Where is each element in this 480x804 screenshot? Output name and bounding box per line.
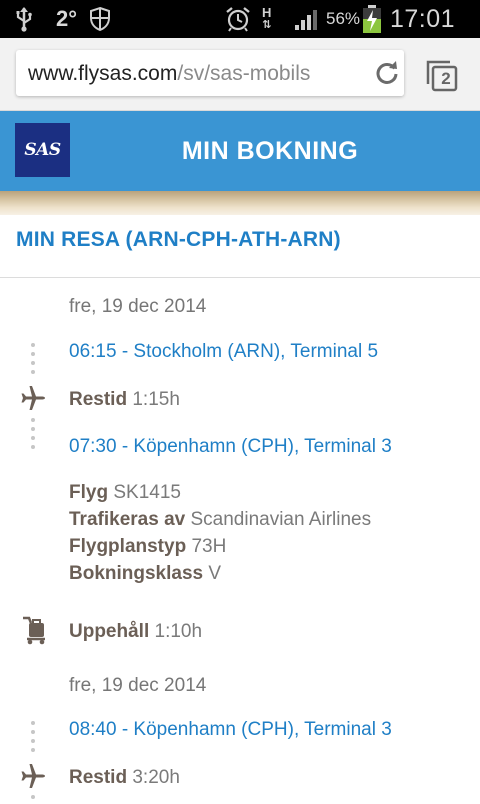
signal-icon [294, 0, 322, 38]
browser-toolbar: www.flysas.com/sv/sas-mobils 2 [0, 38, 480, 111]
battery-charging-icon [362, 0, 382, 38]
segment-date: fre, 19 dec 2014 [69, 296, 207, 317]
departure-link[interactable]: 08:40 - Köpenhamn (CPH), Terminal 3 [69, 719, 392, 741]
alarm-icon [224, 0, 252, 38]
layover: Uppehåll 1:10h [69, 621, 202, 643]
arrival-link[interactable]: 07:30 - Köpenhamn (CPH), Terminal 3 [69, 436, 392, 458]
flight-detail-row: Flygplanstyp 73H [69, 536, 226, 558]
travel-time: Restid 1:15h [69, 389, 180, 411]
airplane-icon [19, 762, 47, 790]
detail-value: Scandinavian Airlines [190, 509, 372, 530]
status-bar: 2° H ⇅ 56% 17:01 [0, 0, 480, 38]
app-header: MIN BOKNING SAS [0, 111, 480, 191]
temperature-text: 2° [56, 6, 78, 31]
detail-value: 73H [191, 536, 227, 557]
travel-time-value: 3:20h [132, 767, 180, 788]
page-title: MIN BOKNING [181, 136, 359, 165]
travel-time: Restid 3:20h [69, 767, 180, 789]
layover-value: 1:10h [154, 621, 203, 642]
flight-detail-row: Trafikeras av Scandinavian Airlines [69, 509, 371, 531]
network-type: H ⇅ [262, 0, 271, 38]
departure-link[interactable]: 06:15 - Stockholm (ARN), Terminal 5 [69, 341, 378, 363]
layover-label: Uppehåll [69, 621, 150, 642]
detail-value: SK1415 [113, 482, 181, 503]
url-domain: www.flysas.com [28, 62, 178, 85]
battery-percent-text: 56% [326, 9, 361, 28]
logo-text: SAS [24, 140, 61, 160]
timeline-dots [31, 343, 35, 379]
divider [0, 277, 480, 278]
travel-time-label: Restid [69, 767, 128, 788]
decorative-banner [0, 191, 480, 215]
reload-icon[interactable] [370, 50, 404, 96]
airplane-icon [19, 384, 47, 412]
usb-icon [14, 0, 34, 38]
flight-detail-row: Flyg SK1415 [69, 482, 181, 504]
detail-label: Flygplanstyp [69, 536, 187, 557]
detail-label: Trafikeras av [69, 509, 186, 530]
travel-time-label: Restid [69, 389, 128, 410]
tab-count: 2 [441, 69, 451, 88]
network-type-text: H [262, 5, 272, 20]
url-text[interactable]: www.flysas.com/sv/sas-mobils [28, 62, 310, 86]
trip-title: MIN RESA (ARN-CPH-ATH-ARN) [16, 228, 341, 251]
url-bar[interactable]: www.flysas.com/sv/sas-mobils [16, 50, 404, 96]
clock-text: 17:01 [390, 4, 456, 33]
flight-detail-row: Bokningsklass V [69, 563, 221, 585]
timeline-dots [31, 418, 35, 454]
tabs-switcher-button[interactable]: 2 [424, 58, 460, 94]
detail-label: Flyg [69, 482, 109, 503]
detail-label: Bokningsklass [69, 563, 204, 584]
detail-value: V [208, 563, 222, 584]
shield-icon [88, 0, 112, 38]
sas-logo[interactable]: SAS [15, 123, 70, 177]
segment-date: fre, 19 dec 2014 [69, 675, 207, 696]
timeline-dots [31, 721, 35, 757]
travel-time-value: 1:15h [132, 389, 180, 410]
url-path: /sv/sas-mobils [177, 62, 311, 85]
luggage-trolley-icon [20, 615, 48, 645]
data-arrows-icon: ⇅ [262, 19, 272, 31]
